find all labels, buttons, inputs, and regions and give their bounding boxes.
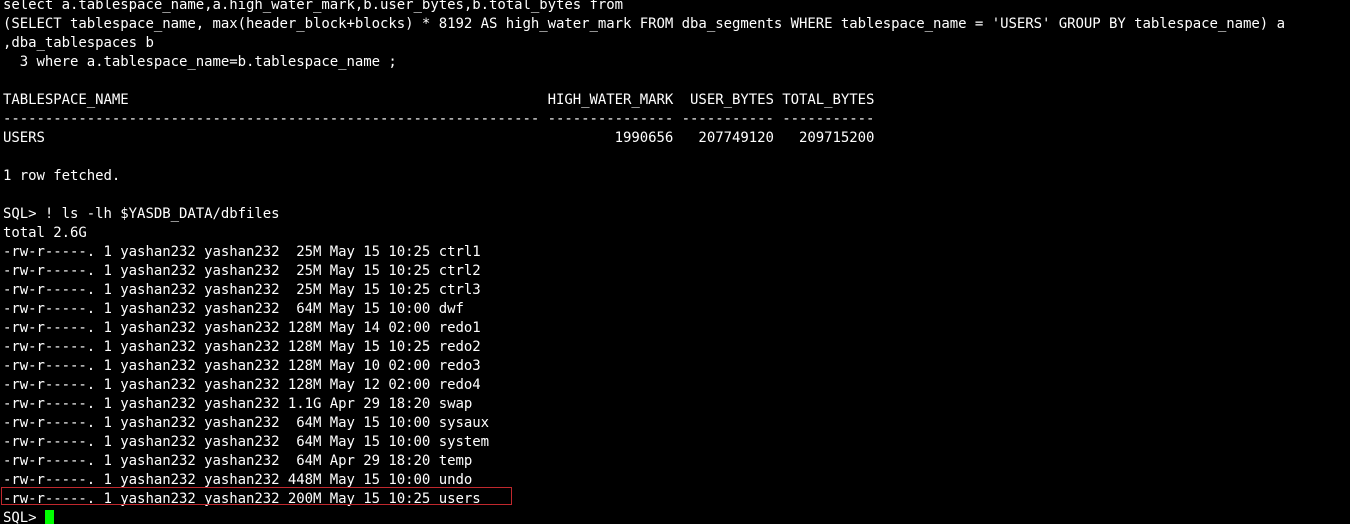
rows-fetched-message: 1 row fetched. bbox=[3, 168, 121, 184]
shell-command-line: SQL> ! ls -lh $YASDB_DATA/dbfiles bbox=[3, 206, 280, 222]
text-cursor bbox=[44, 510, 54, 524]
file-listing-row: -rw-r-----. 1 yashan232 yashan232 128M M… bbox=[3, 320, 481, 336]
file-listing-row: -rw-r-----. 1 yashan232 yashan232 25M Ma… bbox=[3, 263, 481, 279]
result-header: TABLESPACE_NAME HIGH_WATER_MARK USER_BYT… bbox=[3, 92, 875, 108]
file-listing-row: -rw-r-----. 1 yashan232 yashan232 448M M… bbox=[3, 472, 473, 488]
sql-statement-line: select a.tablespace_name,a.high_water_ma… bbox=[3, 0, 624, 13]
file-listing-row: -rw-r-----. 1 yashan232 yashan232 128M M… bbox=[3, 377, 481, 393]
result-separator: ----------------------------------------… bbox=[3, 111, 875, 127]
file-listing-row-users: -rw-r-----. 1 yashan232 yashan232 200M M… bbox=[3, 491, 481, 507]
sql-statement-line: ,dba_tablespaces b bbox=[3, 35, 154, 51]
result-row: USERS 1990656 207749120 209715200 bbox=[3, 130, 875, 146]
terminal-window[interactable]: select a.tablespace_name,a.high_water_ma… bbox=[0, 0, 1350, 524]
file-listing-row: -rw-r-----. 1 yashan232 yashan232 25M Ma… bbox=[3, 244, 481, 260]
file-listing-row: -rw-r-----. 1 yashan232 yashan232 64M Ma… bbox=[3, 415, 489, 431]
terminal-output: select a.tablespace_name,a.high_water_ma… bbox=[0, 0, 1350, 524]
file-listing-row: -rw-r-----. 1 yashan232 yashan232 64M Ap… bbox=[3, 453, 473, 469]
sql-statement-line: 3 where a.tablespace_name=b.tablespace_n… bbox=[3, 54, 397, 70]
file-listing-row: -rw-r-----. 1 yashan232 yashan232 25M Ma… bbox=[3, 282, 481, 298]
command-prompt-line[interactable]: SQL> bbox=[0, 509, 1350, 524]
file-listing-row: -rw-r-----. 1 yashan232 yashan232 64M Ma… bbox=[3, 434, 489, 450]
file-listing-row: -rw-r-----. 1 yashan232 yashan232 64M Ma… bbox=[3, 301, 464, 317]
sql-statement-line: (SELECT tablespace_name, max(header_bloc… bbox=[3, 16, 1285, 32]
file-listing-row: -rw-r-----. 1 yashan232 yashan232 128M M… bbox=[3, 339, 481, 355]
sql-prompt: SQL> bbox=[3, 510, 45, 524]
file-listing-row: -rw-r-----. 1 yashan232 yashan232 1.1G A… bbox=[3, 396, 473, 412]
file-listing-row: -rw-r-----. 1 yashan232 yashan232 128M M… bbox=[3, 358, 481, 374]
ls-total-line: total 2.6G bbox=[3, 225, 87, 241]
